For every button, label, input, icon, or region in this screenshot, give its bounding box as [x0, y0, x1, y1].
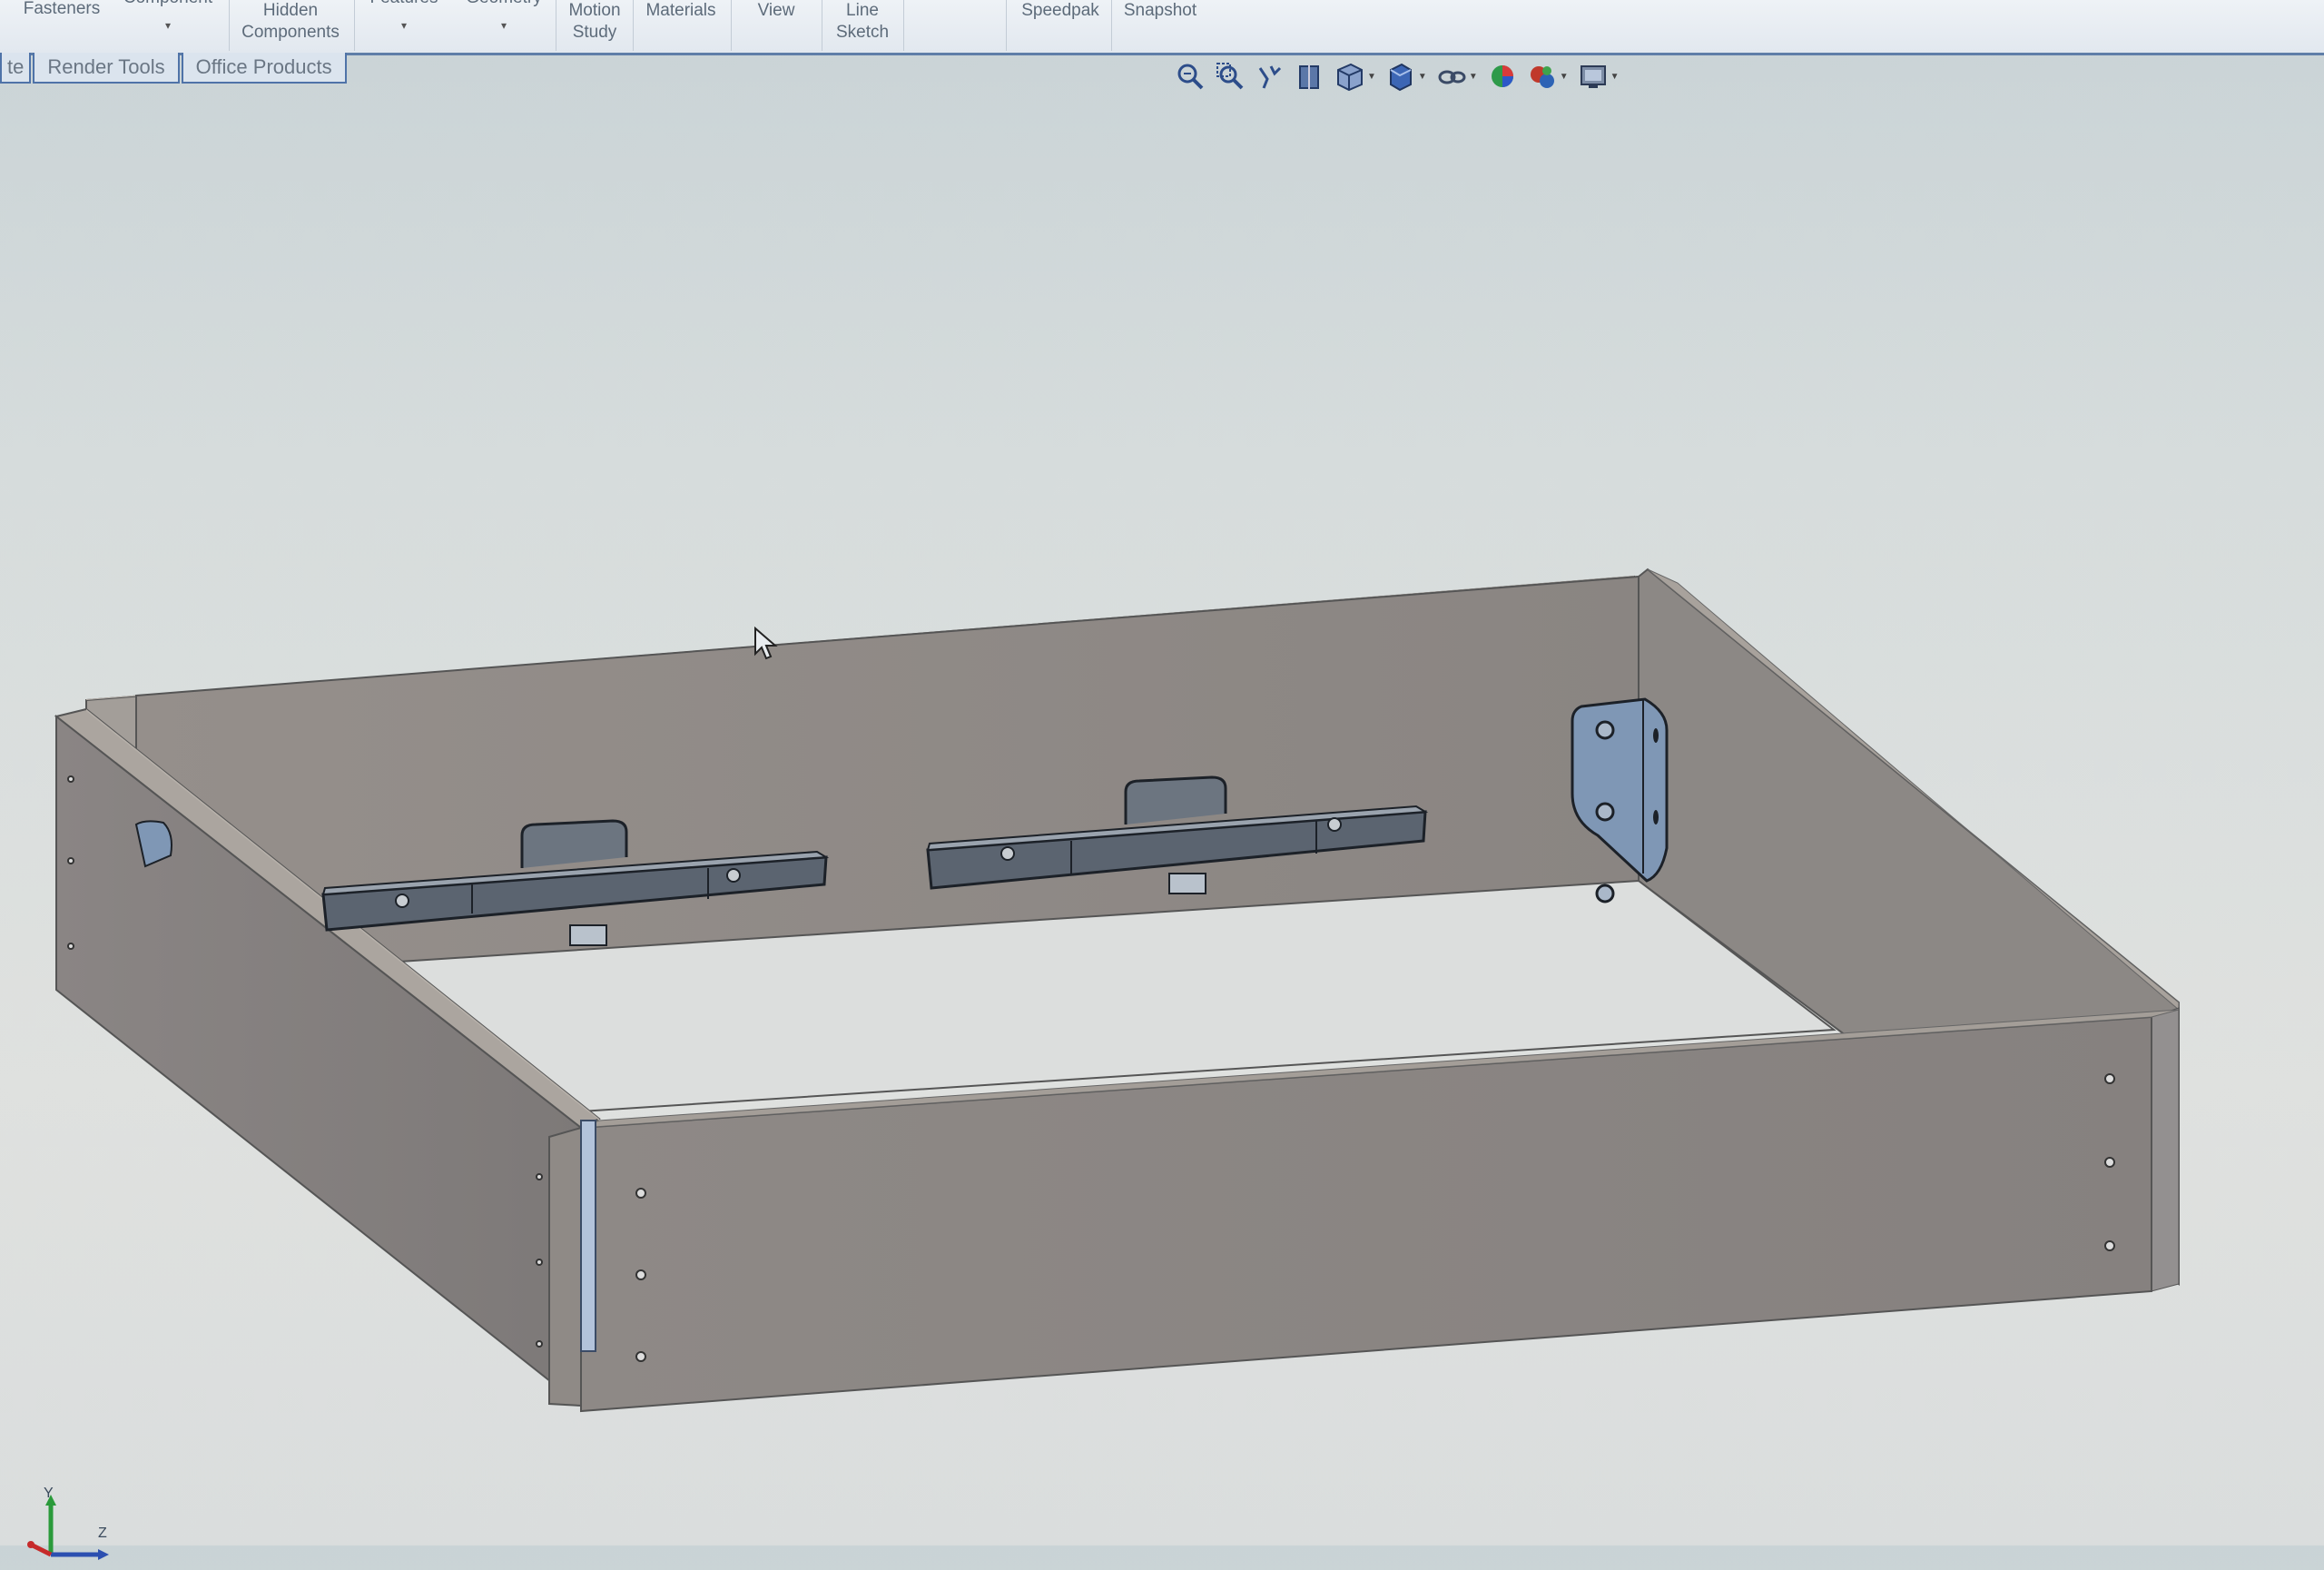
ribbon-separator — [1006, 0, 1007, 51]
motion-study-label-1: Motion — [568, 1, 621, 20]
hidden-components-button[interactable]: Hidden Components — [231, 0, 350, 51]
chevron-down-icon: ▾ — [164, 19, 172, 32]
component-label: Component — [123, 0, 212, 9]
chevron-down-icon: ▾ — [500, 19, 507, 32]
line-sketch-button[interactable]: Line Sketch — [826, 0, 899, 51]
line-sketch-label-2: Sketch — [835, 23, 890, 42]
speedpak-button[interactable]: Speedpak — [1009, 0, 1111, 51]
component-button[interactable]: Component ▾ — [113, 0, 222, 38]
view-button[interactable]: View — [735, 0, 817, 51]
triad-y-label: Y — [44, 1486, 54, 1501]
view-label: View — [757, 1, 795, 20]
materials-button[interactable]: Materials — [635, 0, 726, 51]
triad-z-label: Z — [98, 1526, 107, 1541]
speedpak-label: Speedpak — [1021, 1, 1099, 20]
motion-study-button[interactable]: Motion Study — [558, 0, 631, 51]
chevron-down-icon: ▼ — [1417, 71, 1427, 82]
features-button[interactable]: Features ▾ — [359, 0, 449, 38]
ribbon-separator — [731, 0, 732, 51]
hidden-components-label-2: Components — [241, 23, 340, 42]
line-sketch-label-1: Line — [846, 1, 879, 20]
hidden-components-label-1: Hidden — [262, 1, 319, 20]
graphics-area[interactable]: Y Z — [0, 85, 2324, 1560]
geometry-button[interactable]: Geometry ▾ — [454, 0, 554, 38]
command-manager-tabs: te Render Tools Office Products — [0, 53, 349, 85]
reference-triad: Y Z — [22, 1486, 122, 1570]
command-manager-ribbon: Fasteners Component ▾ Hidden Components … — [0, 0, 2324, 55]
geometry-label: Geometry — [466, 0, 541, 9]
ribbon-separator — [903, 0, 904, 51]
chevron-down-icon: ▾ — [400, 19, 408, 32]
ribbon-separator — [1111, 0, 1112, 51]
motion-study-label-2: Study — [572, 23, 617, 42]
chevron-down-icon: ▼ — [1610, 71, 1620, 82]
materials-label: Materials — [645, 1, 716, 20]
fasteners-button[interactable]: Fasteners — [7, 0, 116, 51]
snapshot-label: Snapshot — [1123, 1, 1197, 20]
tab-evaluate[interactable]: te — [0, 53, 32, 84]
snapshot-button[interactable]: Snapshot — [1115, 0, 1206, 51]
fasteners-label: Fasteners — [23, 0, 101, 18]
features-label: Features — [370, 0, 438, 9]
mouse-cursor-icon — [754, 627, 778, 660]
ribbon-separator — [229, 0, 230, 51]
chevron-down-icon: ▼ — [1367, 71, 1376, 82]
chevron-down-icon: ▼ — [1468, 71, 1478, 82]
tab-office-products[interactable]: Office Products — [181, 53, 347, 84]
ribbon-separator — [354, 0, 355, 51]
chevron-down-icon: ▼ — [1559, 71, 1569, 82]
tab-render-tools[interactable]: Render Tools — [33, 53, 180, 84]
ribbon-separator — [633, 0, 634, 51]
drawer-box-model[interactable] — [0, 85, 2324, 1545]
